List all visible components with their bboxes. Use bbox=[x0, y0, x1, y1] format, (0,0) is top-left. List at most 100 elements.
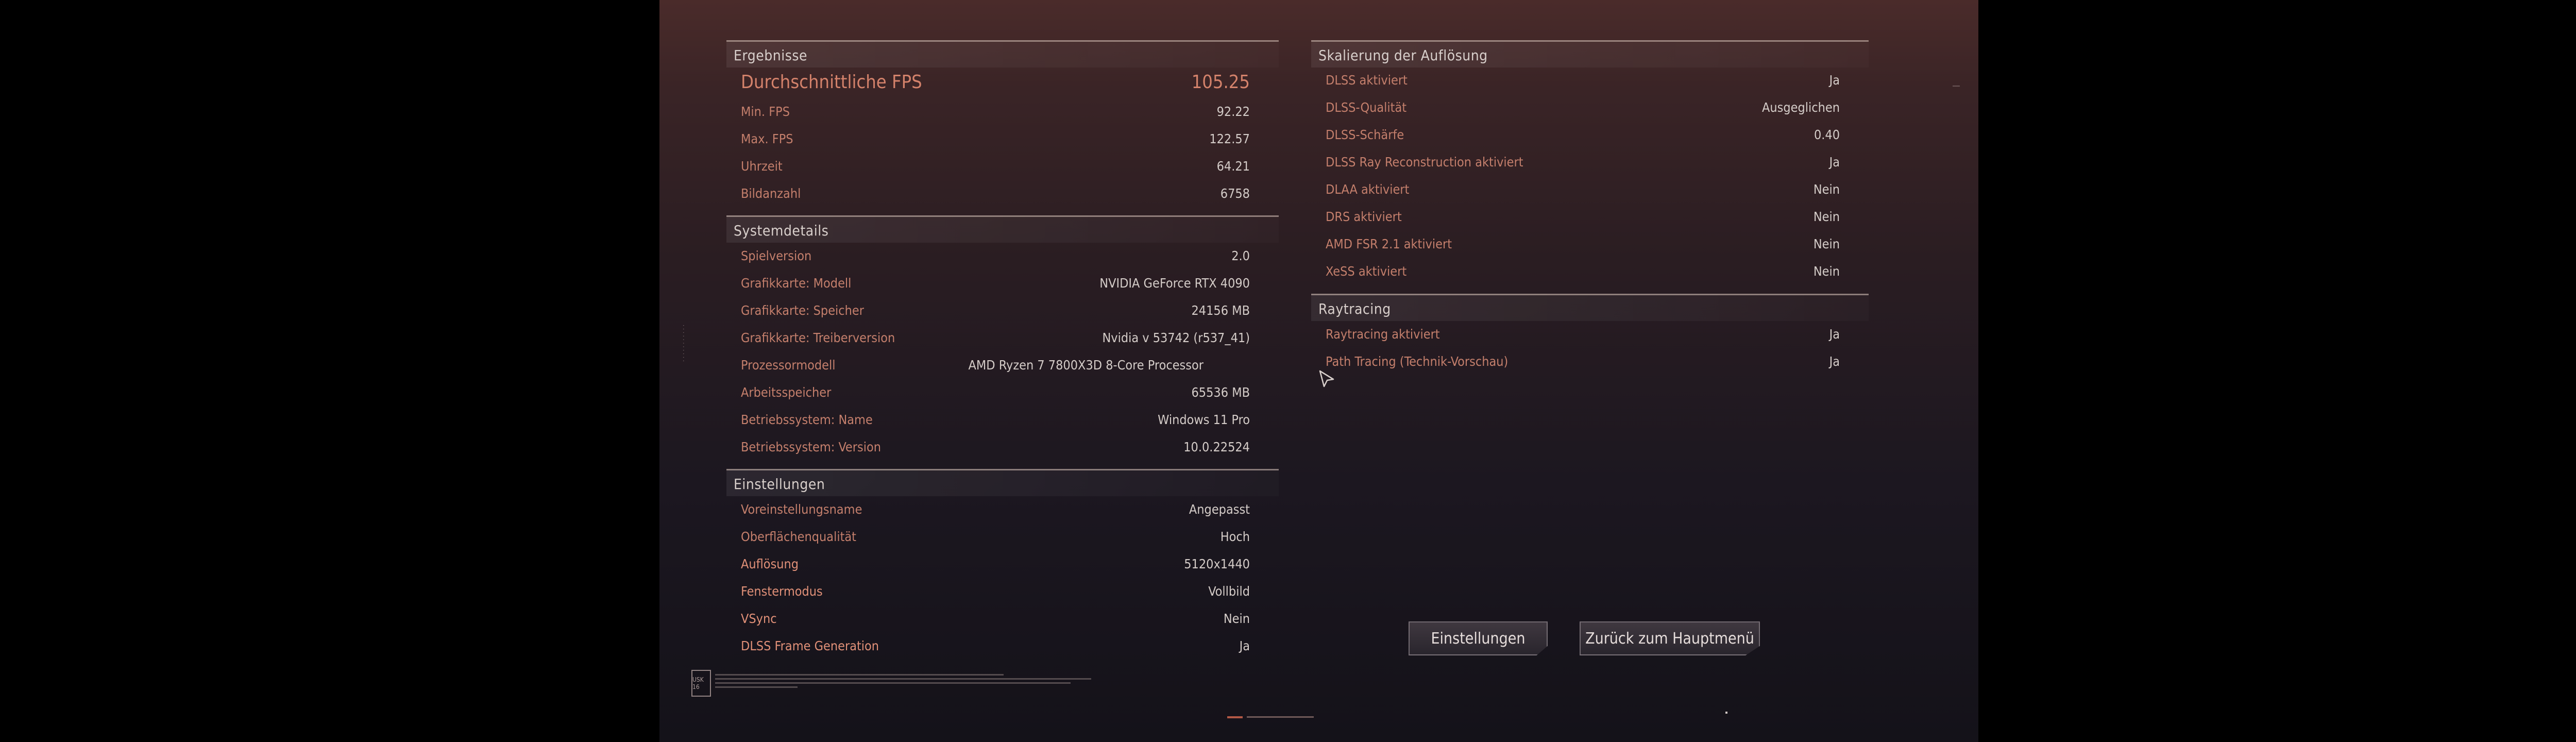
row-label: Bildanzahl bbox=[741, 186, 801, 201]
row-label: Voreinstellungsname bbox=[741, 502, 862, 517]
desktop-stage: · · · · · · · · · · · Ergebnisse Durchsc… bbox=[0, 0, 2576, 742]
raytracing-row: Path Tracing (Technik-Vorschau) Ja bbox=[1311, 349, 1869, 376]
settings-button[interactable]: Einstellungen bbox=[1409, 621, 1548, 655]
scaling-row: DLSS-Qualität Ausgeglichen bbox=[1311, 95, 1869, 122]
age-rating-icon: USK 16 bbox=[691, 670, 711, 697]
row-value: 64.21 bbox=[1216, 159, 1250, 174]
results-row-time: Uhrzeit 64.21 bbox=[726, 154, 1279, 181]
scaling-row: DLAA aktiviert Nein bbox=[1311, 177, 1869, 204]
results-section-header: Ergebnisse bbox=[726, 40, 1279, 68]
back-button-label: Zurück zum Hauptmenü bbox=[1585, 629, 1754, 648]
scaling-row: AMD FSR 2.1 aktiviert Nein bbox=[1311, 231, 1869, 259]
row-value: Nein bbox=[1813, 264, 1840, 279]
results-row-min-fps: Min. FPS 92.22 bbox=[726, 99, 1279, 126]
build-bar bbox=[1227, 716, 1243, 718]
settings-button-label: Einstellungen bbox=[1431, 629, 1526, 648]
row-label: Grafikkarte: Speicher bbox=[741, 303, 865, 318]
row-label: Arbeitsspeicher bbox=[741, 385, 832, 400]
corner-decoration bbox=[1953, 86, 1960, 91]
row-label: DLSS Ray Reconstruction aktiviert bbox=[1326, 155, 1523, 170]
row-label: DLSS aktiviert bbox=[1326, 73, 1408, 88]
row-value: 5120x1440 bbox=[1184, 556, 1250, 571]
scaling-row: DLSS-Schärfe 0.40 bbox=[1311, 122, 1869, 149]
row-value: Nein bbox=[1223, 611, 1250, 626]
scaling-row: DRS aktiviert Nein bbox=[1311, 204, 1869, 231]
screen-dot bbox=[1725, 712, 1727, 714]
scaling-row: DLSS aktiviert Ja bbox=[1311, 68, 1869, 95]
results-row-max-fps: Max. FPS 122.57 bbox=[726, 126, 1279, 154]
row-value: Nein bbox=[1813, 209, 1840, 224]
row-value: 122.57 bbox=[1209, 131, 1250, 146]
row-label: VSync bbox=[741, 611, 777, 626]
raytracing-title: Raytracing bbox=[1318, 300, 1391, 317]
row-value: 10.0.22524 bbox=[1183, 440, 1250, 454]
row-value: Vollbild bbox=[1208, 584, 1250, 599]
system-row: Spielversion 2.0 bbox=[726, 243, 1279, 271]
row-label: Path Tracing (Technik-Vorschau) bbox=[1326, 354, 1509, 369]
row-label: XeSS aktiviert bbox=[1326, 264, 1407, 279]
avg-fps-label: Durchschnittliche FPS bbox=[741, 72, 922, 93]
build-indicator bbox=[1227, 715, 1314, 719]
row-value: Ausgeglichen bbox=[1762, 100, 1840, 115]
system-row: Betriebssystem: Name Windows 11 Pro bbox=[726, 407, 1279, 434]
row-value: 24156 MB bbox=[1191, 303, 1250, 318]
row-value: Nein bbox=[1813, 237, 1840, 251]
settings-row: VSync Nein bbox=[726, 606, 1279, 633]
legal-text-lines bbox=[715, 674, 1091, 688]
row-value: 6758 bbox=[1220, 186, 1250, 201]
row-label: Max. FPS bbox=[741, 131, 793, 146]
settings-row: DLSS Frame Generation Ja bbox=[726, 633, 1279, 661]
results-title: Ergebnisse bbox=[734, 47, 807, 64]
system-row: Prozessormodell AMD Ryzen 7 7800X3D 8-Co… bbox=[726, 352, 1279, 380]
system-section-header: Systemdetails bbox=[726, 215, 1279, 243]
row-label: DRS aktiviert bbox=[1326, 209, 1402, 224]
scaling-section-header: Skalierung der Auflösung bbox=[1311, 40, 1869, 68]
avg-fps-value: 105.25 bbox=[1191, 72, 1250, 93]
avg-fps-row: Durchschnittliche FPS 105.25 bbox=[726, 68, 1279, 95]
row-value: 0.40 bbox=[1814, 127, 1840, 142]
row-value: Ja bbox=[1829, 73, 1840, 88]
back-to-main-menu-button[interactable]: Zurück zum Hauptmenü bbox=[1580, 621, 1760, 655]
row-label: Prozessormodell bbox=[741, 358, 836, 373]
row-label: Spielversion bbox=[741, 248, 812, 263]
raytracing-section-header: Raytracing bbox=[1311, 294, 1869, 321]
row-value: Nein bbox=[1813, 182, 1840, 197]
row-value: Nvidia v 53742 (r537_41) bbox=[1102, 330, 1250, 345]
row-value: Ja bbox=[1829, 354, 1840, 369]
row-label: DLSS Frame Generation bbox=[741, 638, 879, 653]
system-title: Systemdetails bbox=[734, 222, 829, 239]
row-label: Uhrzeit bbox=[741, 159, 783, 174]
system-row: Grafikkarte: Modell NVIDIA GeForce RTX 4… bbox=[726, 271, 1279, 298]
row-label: Grafikkarte: Modell bbox=[741, 276, 852, 291]
row-value: 65536 MB bbox=[1191, 385, 1250, 400]
settings-title: Einstellungen bbox=[734, 476, 825, 493]
scaling-row: XeSS aktiviert Nein bbox=[1311, 259, 1869, 286]
build-text-glyphs bbox=[1247, 716, 1314, 718]
row-value: AMD Ryzen 7 7800X3D 8-Core Processor bbox=[968, 358, 1204, 373]
row-label: Fenstermodus bbox=[741, 584, 823, 599]
row-value: Ja bbox=[1829, 155, 1840, 170]
results-row-frames: Bildanzahl 6758 bbox=[726, 181, 1279, 208]
system-row: Arbeitsspeicher 65536 MB bbox=[726, 380, 1279, 407]
row-label: DLSS-Schärfe bbox=[1326, 127, 1404, 142]
row-label: Auflösung bbox=[741, 556, 799, 571]
legal-notice bbox=[715, 673, 1107, 690]
age-rating-label: USK 16 bbox=[692, 676, 704, 690]
row-label: Betriebssystem: Name bbox=[741, 412, 873, 427]
row-value: 92.22 bbox=[1216, 104, 1250, 119]
system-row: Betriebssystem: Version 10.0.22524 bbox=[726, 434, 1279, 462]
scaling-row: DLSS Ray Reconstruction aktiviert Ja bbox=[1311, 149, 1869, 177]
row-value: Ja bbox=[1829, 327, 1840, 342]
row-value: Hoch bbox=[1220, 529, 1250, 544]
row-label: Oberflächenqualität bbox=[741, 529, 856, 544]
row-value: NVIDIA GeForce RTX 4090 bbox=[1099, 276, 1250, 291]
mouse-cursor-icon bbox=[1319, 370, 1334, 387]
row-value: Windows 11 Pro bbox=[1158, 412, 1250, 427]
row-value: 2.0 bbox=[1231, 248, 1250, 263]
row-label: Min. FPS bbox=[741, 104, 790, 119]
scaling-title: Skalierung der Auflösung bbox=[1318, 47, 1488, 64]
system-row: Grafikkarte: Speicher 24156 MB bbox=[726, 298, 1279, 325]
row-label: AMD FSR 2.1 aktiviert bbox=[1326, 237, 1452, 251]
system-row: Grafikkarte: Treiberversion Nvidia v 537… bbox=[726, 325, 1279, 352]
row-label: Grafikkarte: Treiberversion bbox=[741, 330, 895, 345]
